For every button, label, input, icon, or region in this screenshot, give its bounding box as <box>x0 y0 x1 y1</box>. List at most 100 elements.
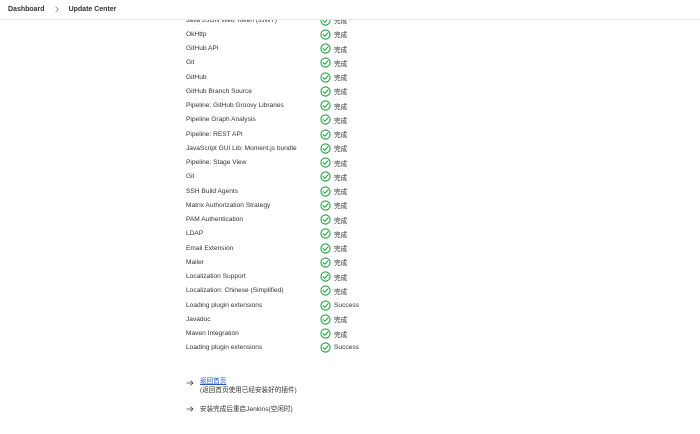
plugin-name: Localization Support <box>186 273 246 281</box>
plugin-status: 完成 <box>320 71 348 83</box>
check-circle-icon <box>320 57 331 69</box>
plugin-name: Localization: Chinese (Simplified) <box>186 287 284 295</box>
check-circle-icon <box>320 43 331 54</box>
plugin-name: JavaScript GUI Lib: Moment.js bundle <box>186 144 297 152</box>
plugin-row: Maven Integration 完成 <box>186 327 436 341</box>
plugin-install-list: Java JSON Web Token (JJWT) 完成 OkHttp 完成 Gi… <box>186 13 436 355</box>
plugin-name: Javadoc <box>186 315 211 323</box>
status-text: 完成 <box>334 174 348 182</box>
go-home-description: (返回首页使用已经安装好的插件) <box>200 387 297 394</box>
status-text: 完成 <box>334 203 348 211</box>
status-text: 完成 <box>334 160 348 168</box>
status-text: 完成 <box>334 231 348 239</box>
check-circle-icon <box>320 185 331 197</box>
check-circle-icon <box>320 314 331 325</box>
plugin-name: SSH Build Agents <box>186 187 239 195</box>
plugin-status: 完成 <box>320 214 347 225</box>
check-circle-icon <box>320 285 331 297</box>
status-text: 完成 <box>334 217 348 225</box>
plugin-row: LDAP 完成 <box>186 227 436 241</box>
plugin-status: 完成 <box>320 242 348 254</box>
status-text: 完成 <box>334 89 348 97</box>
plugin-status: 完成 <box>320 143 347 154</box>
plugin-row: Loading plugin extensions Success <box>186 341 436 355</box>
check-circle-icon <box>320 29 331 40</box>
status-text: 完成 <box>334 60 348 68</box>
check-circle-icon <box>320 342 331 354</box>
go-home-item: 返回首页 (返回首页使用已经安装好的插件) <box>186 377 486 395</box>
plugin-status: 完成 <box>320 86 347 97</box>
check-circle-icon <box>320 114 331 126</box>
status-text: 完成 <box>334 274 348 282</box>
plugin-row: Pipeline Graph Analysis 完成 <box>186 113 436 127</box>
check-circle-icon <box>320 328 331 339</box>
breadcrumb-dashboard[interactable]: Dashboard <box>8 6 45 13</box>
status-text: 完成 <box>334 317 348 325</box>
plugin-name: Git <box>186 173 195 181</box>
status-text: 完成 <box>334 32 348 40</box>
plugin-status: Success <box>320 342 359 354</box>
status-text: 完成 <box>334 331 348 339</box>
status-text: 完成 <box>334 246 348 254</box>
check-circle-icon <box>320 171 331 183</box>
check-circle-icon <box>320 157 331 168</box>
post-install-links: 返回首页 (返回首页使用已经安装好的插件) 安装完成后重启Jenkins(空闲时… <box>186 377 486 421</box>
plugin-status: 完成 <box>320 200 347 211</box>
plugin-row: GitHub API 完成 <box>186 42 436 56</box>
check-circle-icon <box>320 143 331 154</box>
plugin-status: 完成 <box>320 100 347 111</box>
plugin-row: Pipeline: GitHub Groovy Libraries 完成 <box>186 99 436 113</box>
breadcrumb-update-center[interactable]: Update Center <box>69 6 117 13</box>
plugin-row: SSH Build Agents 完成 <box>186 184 436 198</box>
status-text: Success <box>334 344 359 352</box>
plugin-name: Pipeline: REST API <box>186 130 243 138</box>
plugin-status: 完成 <box>320 228 348 240</box>
plugin-status: 完成 <box>320 29 347 40</box>
restart-when-idle-option[interactable]: 安装完成后重启Jenkins(空闲时) <box>200 403 293 413</box>
plugin-row: Javadoc 完成 <box>186 312 436 326</box>
plugin-row: GitHub 完成 <box>186 70 436 84</box>
plugin-status: 完成 <box>320 271 347 282</box>
plugin-row: PAM Authentication 完成 <box>186 213 436 227</box>
plugin-row: Loading plugin extensions Success <box>186 298 436 312</box>
plugin-status: 完成 <box>320 57 348 69</box>
plugin-row: JavaScript GUI Lib: Moment.js bundle 完成 <box>186 141 436 155</box>
plugin-row: Localization: Chinese (Simplified) 完成 <box>186 284 436 298</box>
plugin-row: GitHub Branch Source 完成 <box>186 84 436 98</box>
restart-item: 安装完成后重启Jenkins(空闲时) <box>186 403 486 413</box>
plugin-row: Pipeline: REST API 完成 <box>186 127 436 141</box>
plugin-name: Loading plugin extensions <box>186 301 263 309</box>
status-text: 完成 <box>334 117 348 125</box>
status-text: 完成 <box>334 260 348 268</box>
plugin-name: OkHttp <box>186 30 207 38</box>
status-text: Success <box>334 301 359 309</box>
status-text: 完成 <box>334 103 348 111</box>
plugin-row: Git 完成 <box>186 170 436 184</box>
status-text: 完成 <box>334 189 348 197</box>
plugin-status: 完成 <box>320 43 347 54</box>
plugin-name: Mailer <box>186 258 204 266</box>
check-circle-icon <box>320 257 331 268</box>
check-circle-icon <box>320 86 331 97</box>
plugin-name: Email Extension <box>186 244 234 252</box>
plugin-status: 完成 <box>320 285 348 297</box>
plugin-status: Success <box>320 299 359 311</box>
plugin-status: 完成 <box>320 185 348 197</box>
plugin-name: GitHub API <box>186 45 219 53</box>
plugin-row: OkHttp 完成 <box>186 27 436 41</box>
check-circle-icon <box>320 271 331 282</box>
plugin-status: 完成 <box>320 328 347 339</box>
plugin-status: 完成 <box>320 257 347 268</box>
check-circle-icon <box>320 228 331 240</box>
chevron-right-icon <box>54 6 60 13</box>
check-circle-icon <box>320 128 331 140</box>
arrow-right-icon <box>186 405 194 413</box>
plugin-status: 完成 <box>320 314 347 325</box>
status-text: 完成 <box>334 75 348 83</box>
plugin-name: GitHub <box>186 73 207 81</box>
plugin-name: Matrix Authorization Strategy <box>186 201 271 209</box>
plugin-status: 完成 <box>320 114 348 126</box>
plugin-name: Pipeline: GitHub Groovy Libraries <box>186 102 284 110</box>
status-text: 完成 <box>334 288 348 296</box>
go-home-link[interactable]: 返回首页 <box>200 378 226 385</box>
